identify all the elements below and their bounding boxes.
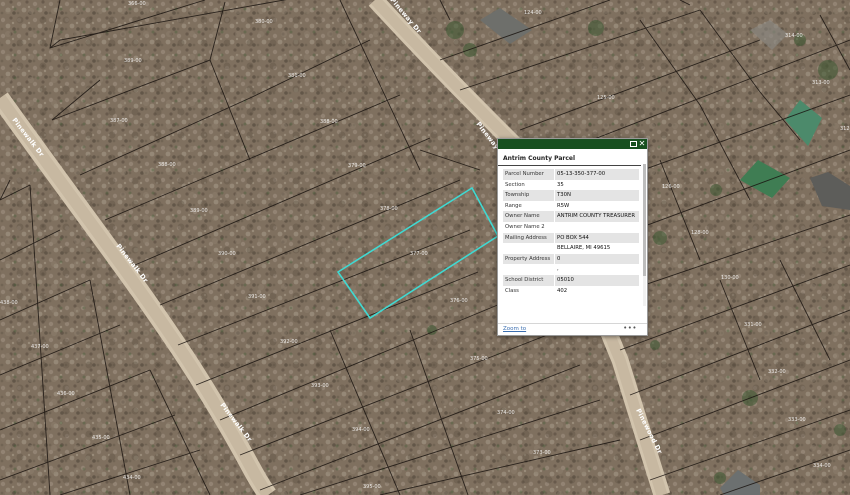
parcel-label: 388-00: [320, 119, 338, 125]
attribute-row: Range R5W: [503, 200, 639, 212]
attribute-key: Class: [503, 285, 555, 297]
parcel-label: 380-00: [255, 19, 273, 25]
attribute-row: Section 35: [503, 179, 639, 191]
parcel-label: 437-00: [31, 344, 49, 350]
close-icon[interactable]: ✕: [638, 140, 646, 148]
parcel-label: 376-00: [450, 298, 468, 304]
parcel-label: 374-00: [497, 410, 515, 416]
parcel-label: 130-00: [721, 275, 739, 281]
attribute-value: T30N: [554, 190, 639, 201]
parcel-label: 333-00: [788, 417, 806, 423]
parcel-label: 434-00: [123, 475, 141, 481]
more-options-icon[interactable]: •••: [623, 324, 637, 332]
parcel-label: 436-00: [57, 391, 75, 397]
parcel-label: 393-00: [311, 383, 329, 389]
parcel-label: 379-00: [348, 163, 366, 169]
parcel-label: 387-00: [110, 118, 128, 124]
maximize-icon[interactable]: [629, 140, 637, 148]
popup-body: Parcel Number 05-13-350-377-00 Section 35 To…: [503, 169, 642, 321]
parcel-label: 314-00: [785, 33, 803, 39]
parcel-label: 377-00: [410, 251, 428, 257]
parcel-label: 391-00: [248, 294, 266, 300]
attribute-key: Section: [503, 179, 555, 191]
parcel-label: 332-00: [768, 369, 786, 375]
attribute-value: ,: [554, 264, 639, 275]
attribute-key: School District: [503, 274, 555, 286]
attribute-row: Mailing Address PO BOX 544: [503, 232, 639, 244]
parcel-info-popup: ✕ Antrim County Parcel Parcel Number 05-1…: [497, 138, 648, 336]
zoom-to-link[interactable]: Zoom to: [503, 326, 526, 332]
parcel-label: 395-00: [363, 484, 381, 490]
popup-scrollbar[interactable]: [643, 164, 646, 306]
parcel-label: 373-00: [533, 450, 551, 456]
attribute-key: Range: [503, 200, 555, 212]
attribute-row: Property Address 0: [503, 253, 639, 265]
attribute-key: [503, 243, 555, 254]
parcel-label: 375-00: [470, 356, 488, 362]
parcel-label: 334-00: [813, 463, 831, 469]
parcel-label: 126-00: [662, 184, 680, 190]
attribute-value: 402: [554, 285, 639, 297]
parcel-label: 124-00: [524, 10, 542, 16]
attribute-row: Township T30N: [503, 190, 639, 201]
popup-footer: Zoom to •••: [498, 323, 647, 335]
parcel-label: 125-00: [597, 95, 615, 101]
attribute-table: Parcel Number 05-13-350-377-00 Section 35 To…: [503, 169, 639, 297]
parcel-label: 390-00: [218, 251, 236, 257]
popup-scrollbar-thumb[interactable]: [643, 164, 646, 276]
parcel-label: 366-00: [128, 1, 146, 7]
attribute-key: Township: [503, 190, 555, 201]
popup-header: ✕: [498, 139, 647, 149]
parcel-label: 381-00: [288, 73, 306, 79]
attribute-key: Mailing Address: [503, 232, 555, 244]
attribute-row: School District 05010: [503, 274, 639, 286]
parcel-label: 313-00: [812, 80, 830, 86]
attribute-value: 05010: [554, 274, 639, 286]
parcel-label: 312-00: [840, 126, 850, 132]
parcel-label: 438-00: [0, 300, 18, 306]
attribute-value: BELLAIRE, MI 49615: [554, 243, 639, 254]
parcel-label: 388-00: [158, 162, 176, 168]
attribute-row: Owner Name ANTRIM COUNTY TREASURER: [503, 211, 639, 222]
attribute-value: R5W: [554, 200, 639, 212]
parcel-label: 435-00: [92, 435, 110, 441]
parcel-label: 389-00: [124, 58, 142, 64]
parcel-label: 394-00: [352, 427, 370, 433]
attribute-row: Parcel Number 05-13-350-377-00: [503, 169, 639, 180]
map-view[interactable]: 366-00 380-00 389-00 381-00 387-00 388-0…: [0, 0, 850, 495]
attribute-row: Class 402: [503, 285, 639, 297]
parcel-label: 128-00: [691, 230, 709, 236]
attribute-value: PO BOX 544: [554, 232, 639, 244]
attribute-value: 05-13-350-377-00: [554, 169, 639, 180]
attribute-key: Owner Name 2: [503, 221, 555, 233]
attribute-key: Parcel Number: [503, 169, 555, 180]
parcel-label: 331-00: [744, 322, 762, 328]
attribute-value: 35: [554, 179, 639, 191]
attribute-value: ANTRIM COUNTY TREASURER: [554, 211, 639, 222]
attribute-key: [503, 264, 555, 275]
parcel-label: 389-00: [190, 208, 208, 214]
attribute-value: 0: [554, 253, 639, 265]
attribute-value: [554, 221, 639, 233]
attribute-row: BELLAIRE, MI 49615: [503, 243, 639, 254]
attribute-row: Owner Name 2: [503, 221, 639, 233]
attribute-row: ,: [503, 264, 639, 275]
attribute-key: Property Address: [503, 253, 555, 265]
parcel-label: 392-00: [280, 339, 298, 345]
attribute-key: Owner Name: [503, 211, 555, 222]
parcel-label: 378-00: [380, 206, 398, 212]
popup-title: Antrim County Parcel: [498, 149, 641, 166]
